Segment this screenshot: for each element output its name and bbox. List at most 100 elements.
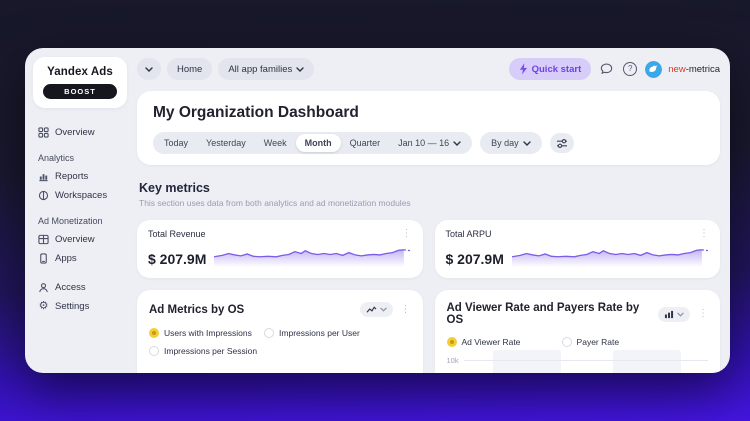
logo-card[interactable]: Yandex Ads BOOST (33, 57, 127, 108)
sidebar-item-label: Overview (55, 234, 95, 245)
sidebar-nav: Overview Analytics Reports Workspaces Ad… (33, 123, 132, 316)
sidebar-item-label: Access (55, 282, 86, 293)
user-name-rest: -metrica (685, 63, 720, 75)
app-families-dropdown[interactable]: All app families (218, 58, 315, 80)
kebab-menu-icon[interactable]: ⋮ (699, 229, 709, 239)
legend-label: Impressions per User (279, 328, 360, 338)
tab-month[interactable]: Month (295, 134, 341, 152)
legend-impressions-per-session[interactable]: Impressions per Session (149, 346, 264, 356)
topbar: Home All app families Quick start ? new (137, 58, 720, 80)
quick-start-button[interactable]: Quick start (508, 58, 592, 80)
radio-unselected-icon (264, 328, 275, 338)
user-name-highlight: new (668, 63, 686, 75)
chart-type-selector[interactable] (359, 302, 393, 317)
chevron-down-icon (296, 66, 304, 72)
total-revenue-card[interactable]: Total Revenue ⋮ $ 207.9M (137, 220, 423, 278)
kebab-menu-icon[interactable]: ⋮ (401, 304, 411, 315)
ad-metrics-by-os-card: Ad Metrics by OS ⋮ Users with Impression… (137, 290, 423, 373)
chart-cards-row: Ad Metrics by OS ⋮ Users with Impression… (137, 290, 720, 373)
app-window: Yandex Ads BOOST Overview Analytics Repo… (25, 48, 730, 373)
chart-title: Ad Metrics by OS (149, 303, 245, 316)
metric-label: Total ARPU (445, 229, 492, 239)
chart-type-selector[interactable] (658, 306, 690, 322)
sidebar-item-workspaces[interactable]: Workspaces (38, 186, 132, 205)
kebab-menu-icon[interactable]: ⋮ (698, 309, 708, 319)
section-title: Key metrics (139, 181, 210, 195)
sidebar-item-apps[interactable]: Apps (38, 249, 132, 268)
chart-legend: Users with Impressions Impressions per U… (149, 328, 411, 356)
legend-users-with-impressions[interactable]: Users with Impressions (149, 328, 264, 338)
question-mark-icon: ? (623, 62, 638, 76)
sidebar-item-label: Reports (55, 171, 89, 182)
sliders-icon (556, 138, 567, 148)
radio-selected-icon (149, 328, 159, 338)
radio-selected-icon (446, 337, 457, 347)
collapse-sidebar-button[interactable] (137, 58, 161, 80)
chevron-down-icon (522, 140, 531, 146)
metric-value: $ 207.9M (148, 251, 207, 267)
sidebar-item-label: Settings (55, 301, 90, 312)
workspaces-icon (38, 190, 49, 201)
sidebar-item-label: Workspaces (55, 190, 108, 201)
sidebar-item-overview-monetization[interactable]: Overview (38, 230, 132, 249)
tab-quarter[interactable]: Quarter (341, 134, 390, 152)
granularity-dropdown[interactable]: By day (482, 134, 540, 152)
chart-title: Ad Viewer Rate and Payers Rate by OS (446, 302, 640, 326)
sidebar-item-label: Overview (55, 127, 95, 138)
gridline (463, 360, 708, 361)
grid-icon (38, 127, 49, 138)
chart-legend: Ad Viewer Rate Payer Rate (446, 337, 709, 347)
radio-unselected-icon (561, 337, 572, 347)
legend-label: Impressions per Session (164, 346, 258, 356)
boost-badge: BOOST (43, 84, 117, 99)
legend-impressions-per-user[interactable]: Impressions per User (264, 328, 379, 338)
user-name[interactable]: new -metrica (668, 64, 720, 75)
chevron-down-icon (145, 66, 153, 72)
line-chart-icon (366, 306, 376, 313)
dashboard-header-card: My Organization Dashboard Today Yesterda… (137, 91, 720, 165)
sidebar-item-label: Apps (55, 253, 77, 264)
home-label: Home (177, 63, 203, 75)
phone-icon (38, 253, 49, 264)
sidebar-item-settings[interactable]: ⚙ Settings (38, 297, 132, 316)
chevron-down-icon (379, 307, 387, 312)
legend-ad-viewer-rate[interactable]: Ad Viewer Rate (446, 337, 562, 347)
section-subtitle: This section uses data from both analyti… (139, 198, 411, 208)
lightning-icon (519, 63, 527, 75)
chat-button[interactable] (597, 60, 615, 78)
tab-today[interactable]: Today (155, 134, 197, 152)
date-range-dropdown[interactable]: Jan 10 — 16 (389, 134, 470, 152)
sidebar-section-analytics: Analytics (38, 153, 75, 163)
app-logo: Yandex Ads (47, 66, 113, 78)
gear-icon: ⚙ (38, 300, 49, 312)
legend-payer-rate[interactable]: Payer Rate (561, 337, 677, 347)
y-axis-tick: 10k (446, 356, 459, 365)
quick-start-label: Quick start (531, 63, 582, 75)
tab-week[interactable]: Week (255, 134, 296, 152)
metric-label: Total Revenue (148, 229, 206, 239)
chevron-down-icon (677, 312, 684, 317)
app-families-label: All app families (228, 63, 293, 75)
sidebar-item-reports[interactable]: Reports (38, 167, 132, 186)
total-arpu-card[interactable]: Total ARPU ⋮ $ 207.9M (434, 220, 720, 278)
legend-label: Payer Rate (576, 337, 620, 347)
metric-value: $ 207.9M (445, 251, 504, 267)
person-icon (38, 282, 49, 293)
tab-yesterday[interactable]: Yesterday (197, 134, 255, 152)
sidebar-item-access[interactable]: Access (38, 278, 132, 297)
legend-label: Ad Viewer Rate (461, 337, 521, 347)
table-icon (38, 234, 49, 245)
metric-cards-row: Total Revenue ⋮ $ 207.9M Total ARPU ⋮ $ … (137, 220, 720, 278)
help-button[interactable]: ? (621, 60, 639, 78)
home-button[interactable]: Home (167, 58, 213, 80)
filter-settings-button[interactable] (549, 133, 574, 153)
date-range-segmented-control: Today Yesterday Week Month Quarter Jan 1… (153, 132, 473, 154)
sidebar-item-overview[interactable]: Overview (38, 123, 132, 142)
chevron-down-icon (453, 140, 461, 146)
kebab-menu-icon[interactable]: ⋮ (402, 229, 412, 239)
sidebar-section-ad-monetization: Ad Monetization (38, 216, 103, 226)
granularity-label: By day (491, 138, 519, 148)
chat-bubble-icon (600, 63, 612, 75)
date-range-label: Jan 10 — 16 (398, 138, 450, 148)
user-avatar[interactable] (645, 60, 663, 78)
